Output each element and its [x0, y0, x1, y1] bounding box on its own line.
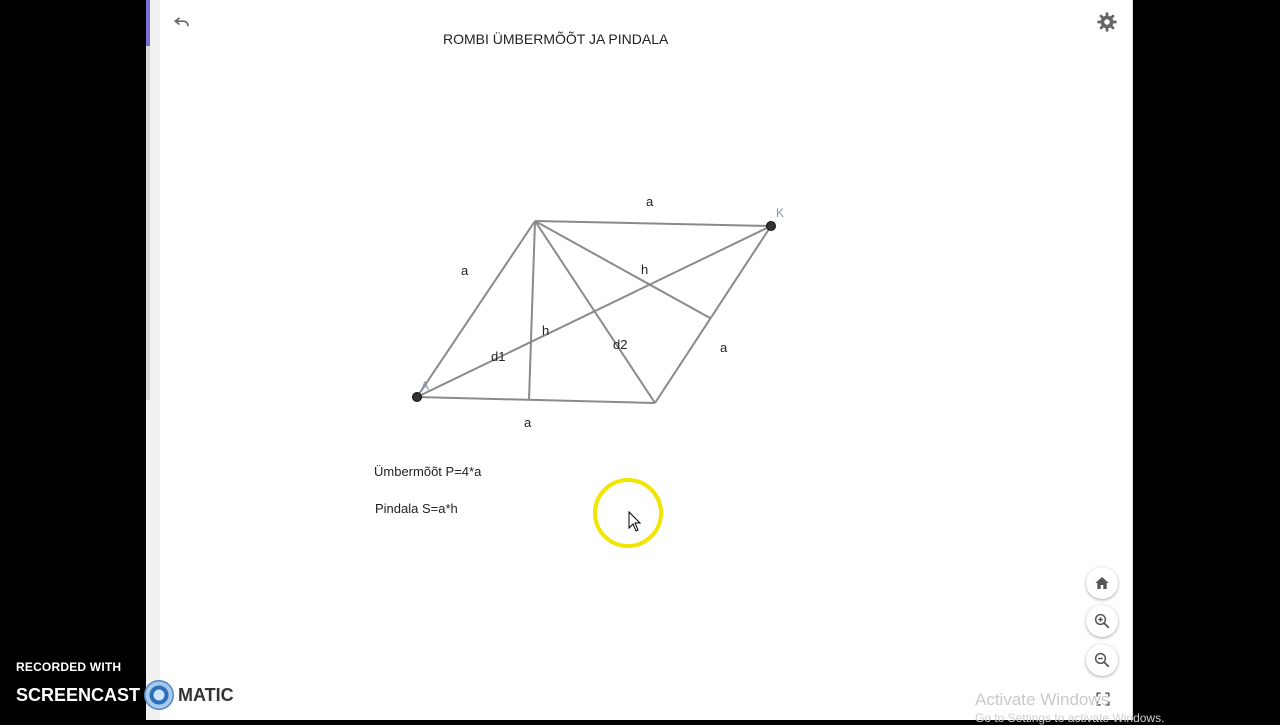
label-side-bottom: a — [524, 415, 532, 430]
side-top[interactable] — [534, 220, 772, 227]
height-to-right-side[interactable] — [534, 220, 711, 319]
undo-icon — [173, 17, 189, 27]
area-formula: Pindala S=a*h — [375, 501, 458, 516]
perimeter-formula: Ümbermõõt P=4*a — [374, 464, 482, 479]
page-title: ROMBI ÜMBERMÕÕT JA PINDALA — [443, 31, 669, 47]
point-a[interactable] — [412, 392, 422, 402]
label-side-top: a — [646, 194, 654, 209]
recorder-watermark: SCREENCAST MATIC — [16, 680, 234, 710]
drawing-svg[interactable]: A K a a a a h h d1 d2 — [160, 0, 1132, 720]
side-panel-strip — [146, 0, 160, 720]
settings-button[interactable] — [1093, 8, 1121, 36]
point-k[interactable] — [766, 221, 776, 231]
zoom-in-icon — [1094, 613, 1110, 629]
side-left[interactable] — [416, 220, 536, 398]
height-vertical[interactable] — [528, 220, 536, 401]
recorder-lens-icon — [144, 680, 175, 710]
recorder-brand-right: MATIC — [178, 684, 234, 705]
side-bottom[interactable] — [416, 396, 656, 404]
point-label-k: K — [776, 206, 784, 220]
right-letterbox — [1133, 0, 1280, 720]
home-icon — [1095, 577, 1109, 589]
zoom-in-button[interactable] — [1086, 605, 1118, 637]
recorder-watermark-top: RECORDED WITH — [16, 660, 122, 674]
label-height-upper: h — [641, 262, 648, 277]
zoom-out-button[interactable] — [1086, 644, 1118, 676]
activate-windows-title: Activate Windows — [975, 690, 1110, 709]
geometry-canvas[interactable]: A K a a a a h h d1 d2 ROMBI ÜMBERMÕÕT JA… — [160, 0, 1133, 720]
panel-accent — [146, 0, 150, 46]
left-letterbox — [0, 0, 146, 720]
home-button[interactable] — [1086, 567, 1118, 599]
zoom-out-icon — [1094, 652, 1110, 668]
recorder-brand-left: SCREENCAST — [16, 684, 141, 705]
diagonal-d2[interactable] — [534, 220, 656, 404]
mouse-cursor-icon — [628, 510, 642, 532]
gear-icon — [1097, 12, 1117, 32]
panel-scrollbar[interactable] — [146, 46, 150, 400]
activate-windows-subtitle: Go to Settings to activate Windows. — [975, 711, 1165, 725]
cursor-highlight — [593, 478, 663, 548]
point-label-a: A — [421, 379, 429, 393]
side-right[interactable] — [654, 225, 772, 404]
label-diagonal-d2: d2 — [613, 337, 627, 352]
label-height-lower: h — [542, 323, 549, 338]
undo-button[interactable] — [168, 8, 196, 36]
label-side-right: a — [720, 340, 728, 355]
label-side-left: a — [461, 263, 469, 278]
label-diagonal-d1: d1 — [491, 349, 505, 364]
